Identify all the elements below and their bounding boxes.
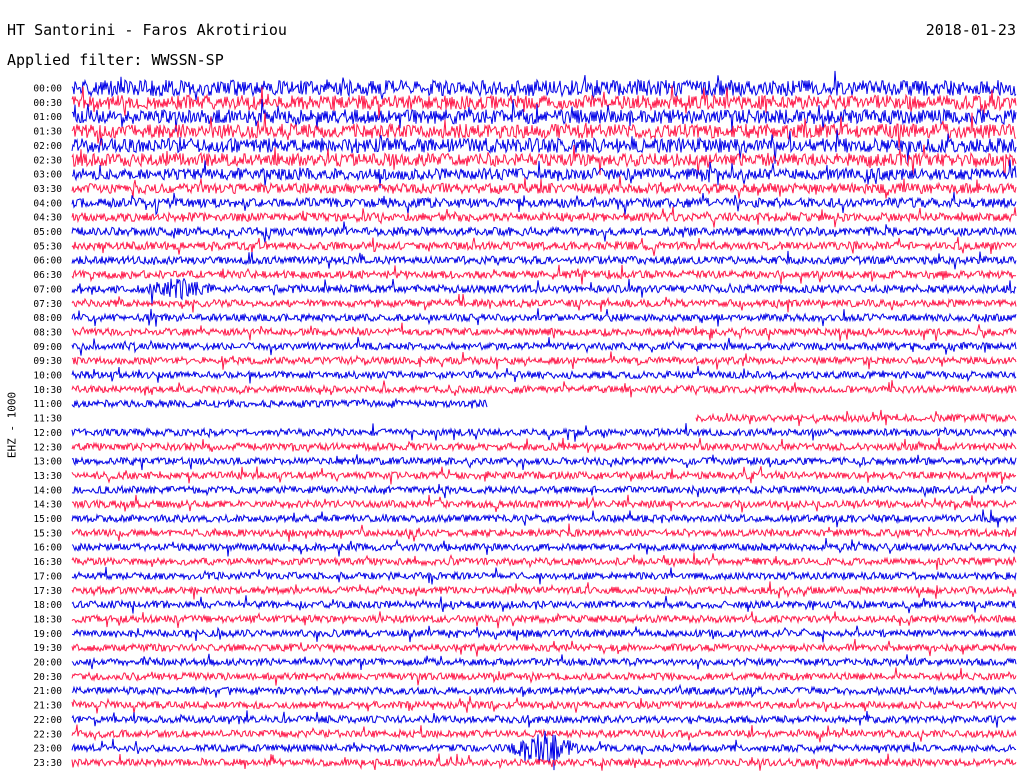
seismic-trace-0730 [71, 293, 1017, 313]
seismic-trace-2000 [71, 653, 1017, 671]
seismic-trace-1100 [71, 397, 488, 409]
time-label: 19:30 [33, 643, 62, 654]
time-label: 08:00 [33, 313, 62, 324]
time-label: 17:00 [33, 571, 62, 582]
time-label: 05:00 [33, 227, 62, 238]
time-label: 09:30 [33, 356, 62, 367]
seismic-trace-2030 [71, 667, 1017, 686]
seismic-trace-1430 [71, 494, 1017, 513]
time-label: 16:00 [33, 543, 62, 554]
time-label: 18:00 [33, 600, 62, 611]
time-label: 16:30 [33, 557, 62, 568]
seismic-trace-0530 [71, 236, 1017, 256]
time-label: 01:30 [33, 127, 62, 138]
seismic-trace-0630 [71, 264, 1017, 285]
seismic-trace-0300 [72, 159, 1017, 189]
seismic-trace-1230 [71, 437, 1017, 453]
seismic-trace-1730 [71, 581, 1017, 600]
time-label: 23:30 [33, 758, 62, 769]
time-label: 06:00 [33, 256, 62, 267]
helicorder-plot: 00:00 00:30 01:00 01:30 02:00 02:30 03:00 03:30… [33, 70, 1017, 771]
time-label: 02:00 [33, 141, 62, 152]
seismic-trace-2200 [71, 710, 1017, 728]
seismic-trace-0100 [71, 99, 1017, 132]
seismic-trace-1800 [71, 595, 1017, 614]
seismic-trace-1830 [71, 611, 1017, 629]
seismic-trace-1400 [71, 483, 1017, 499]
time-label: 13:00 [33, 457, 62, 468]
time-label: 21:00 [33, 686, 62, 697]
time-label: 01:00 [33, 112, 62, 123]
seismic-trace-0400 [71, 191, 1017, 216]
time-label: 00:30 [33, 98, 62, 109]
time-label: 18:30 [33, 614, 62, 625]
time-label: 19:00 [33, 629, 62, 640]
time-label: 04:00 [33, 198, 62, 209]
seismic-trace-0430 [71, 206, 1017, 228]
time-label: 07:00 [33, 284, 62, 295]
time-label: 13:30 [33, 471, 62, 482]
seismic-trace-0500 [71, 221, 1017, 243]
seismic-trace-0930 [71, 351, 1017, 370]
time-label: 11:00 [33, 399, 62, 410]
time-label: 12:30 [33, 442, 62, 453]
seismic-trace-1700 [71, 566, 1017, 585]
time-label: 11:30 [33, 414, 62, 425]
seismic-trace-1630 [71, 552, 1017, 570]
seismic-trace-1000 [71, 365, 1017, 384]
seismic-trace-1200 [71, 423, 1017, 442]
time-label: 14:30 [33, 500, 62, 511]
time-label: 00:00 [33, 84, 62, 95]
time-label: 10:00 [33, 371, 62, 382]
time-label: 05:30 [33, 241, 62, 252]
seismic-trace-1930 [71, 638, 1017, 657]
time-label: 20:00 [33, 658, 62, 669]
time-label: 22:00 [33, 715, 62, 726]
time-label: 14:00 [33, 485, 62, 496]
time-label: 17:30 [33, 586, 62, 597]
time-label: 12:00 [33, 428, 62, 439]
time-label: 23:00 [33, 744, 62, 755]
time-label: 02:30 [33, 155, 62, 166]
seismic-trace-1530 [71, 523, 1017, 542]
time-label: 06:30 [33, 270, 62, 281]
seismic-trace-0600 [71, 250, 1017, 270]
time-label: 03:30 [33, 184, 62, 195]
time-label: 04:30 [33, 213, 62, 224]
seismic-trace-0900 [71, 336, 1017, 356]
time-label: 21:30 [33, 701, 62, 712]
seismic-trace-1330 [71, 466, 1017, 485]
time-label: 22:30 [33, 729, 62, 740]
seismic-trace-0330 [71, 176, 1017, 199]
seismic-trace-1300 [71, 454, 1017, 471]
seismic-trace-1500 [71, 509, 1017, 528]
time-label: 20:30 [33, 672, 62, 683]
seismic-trace-1600 [71, 538, 1017, 557]
seismic-trace-0800 [71, 308, 1017, 327]
seismic-trace-2330 [71, 753, 1017, 771]
time-label: 10:30 [33, 385, 62, 396]
time-label: 15:00 [33, 514, 62, 525]
time-label: 07:30 [33, 299, 62, 310]
seismic-trace-2130 [71, 696, 1017, 714]
time-label: 03:00 [33, 170, 62, 181]
seismic-trace-1130 [695, 409, 1017, 427]
time-label: 09:00 [33, 342, 62, 353]
seismic-trace-0830 [71, 322, 1017, 342]
seismic-trace-1030 [71, 380, 1017, 398]
time-label: 08:30 [33, 327, 62, 338]
time-label: 15:30 [33, 528, 62, 539]
seismic-trace-1900 [71, 625, 1017, 643]
seismic-trace-2100 [71, 683, 1017, 699]
